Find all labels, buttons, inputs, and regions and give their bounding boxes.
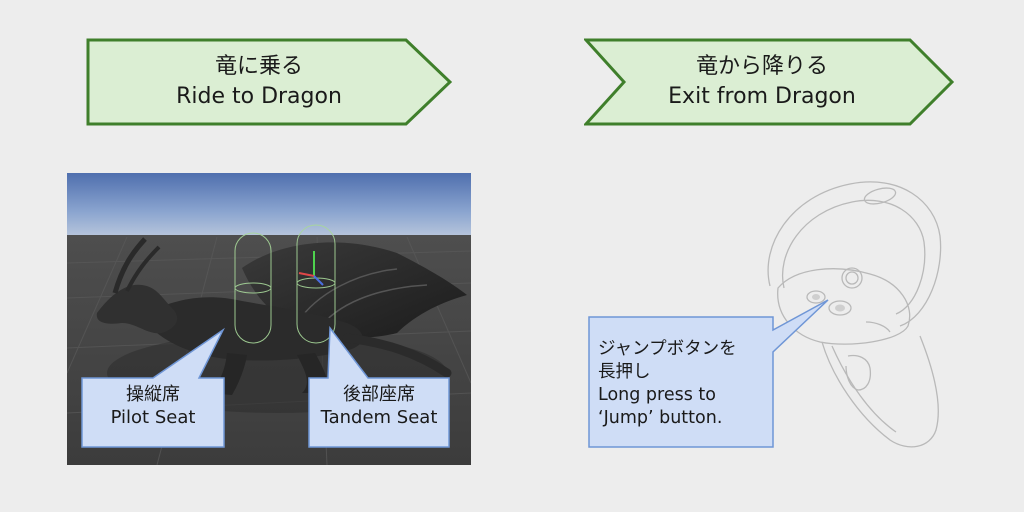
exit-title-ja: 竜から降りる — [695, 54, 828, 79]
jump-hint-line-ja-1: ジャンプボタンを — [598, 339, 737, 359]
ride-step-chevron: 竜に乗る Ride to Dragon — [86, 38, 452, 126]
ride-title-ja: 竜に乗る — [214, 54, 303, 79]
pilot-seat-label: 操縦席 Pilot Seat — [81, 383, 225, 429]
tandem-seat-callout: 後部座席 Tandem Seat — [308, 312, 450, 448]
jump-hint-text: ジャンプボタンを 長押し Long press to ‘Jump’ button… — [598, 338, 798, 430]
ride-step-label: 竜に乗る Ride to Dragon — [86, 38, 452, 126]
pilot-seat-callout: 操縦席 Pilot Seat — [81, 312, 225, 448]
jump-button-callout: ジャンプボタンを 長押し Long press to ‘Jump’ button… — [588, 299, 829, 448]
tandem-seat-label-en: Tandem Seat — [320, 407, 438, 428]
pilot-seat-label-en: Pilot Seat — [110, 407, 196, 428]
ride-title-en: Ride to Dragon — [176, 84, 342, 109]
jump-hint-line-en-1: Long press to — [598, 385, 716, 405]
jump-hint-line-ja-2: 長押し — [598, 362, 651, 382]
exit-step-chevron: 竜から降りる Exit from Dragon — [584, 38, 954, 126]
exit-title-en: Exit from Dragon — [668, 84, 856, 109]
exit-step-label: 竜から降りる Exit from Dragon — [584, 38, 954, 126]
jump-hint-line-en-2: ‘Jump’ button. — [598, 408, 723, 428]
tandem-seat-label-ja: 後部座席 — [343, 384, 415, 405]
pilot-seat-label-ja: 操縦席 — [126, 384, 180, 405]
tandem-seat-label: 後部座席 Tandem Seat — [308, 383, 450, 429]
